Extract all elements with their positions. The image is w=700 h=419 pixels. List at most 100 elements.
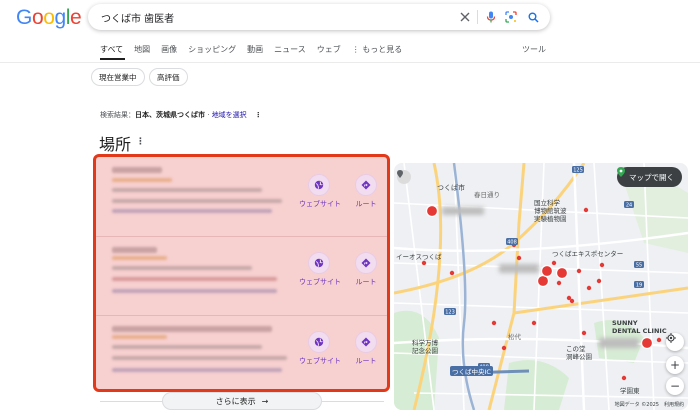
map-label-kasuga: 春日通り [474,191,500,199]
chip-open-now[interactable]: 現在営業中 [91,68,145,86]
place-hours-redacted [112,209,272,213]
logo-letter: g [54,6,67,29]
directions-icon [355,252,377,274]
active-tab-indicator [100,58,125,60]
road-shield-125: 125 [573,168,583,174]
zoom-in-button[interactable]: + [666,356,684,374]
tab-news[interactable]: ニュース [274,44,306,58]
map-label-sunny-dental: SUNNY DENTAL CLINIC [612,319,667,335]
place-info-redacted [112,188,262,192]
logo-letter: G [16,6,32,29]
map-label-aeon: イーオスつくば [396,253,442,261]
tab-all[interactable]: すべて [100,44,123,58]
tab-shopping[interactable]: ショッピング [188,44,236,58]
places-title: 場所 [99,135,132,154]
locate-me-button[interactable] [666,333,684,351]
place-name-redacted [112,167,162,173]
website-button[interactable]: ウェブサイト [299,331,341,366]
place-listing[interactable]: ウェブサイト ルート [96,236,387,315]
results-separator: · [205,111,212,119]
directions-button[interactable]: ルート [346,174,386,209]
search-tabs: すべて 地図 画像 ショッピング 動画 ニュース ウェブ ⋮ もっと見る [100,44,413,58]
microphone-icon[interactable] [482,8,500,26]
choose-area-link[interactable]: 地域を選択 [212,111,247,119]
results-location: 日本、茨城県つくば市 [135,111,205,119]
map-label-gakuen: 学園東 [620,387,640,395]
google-logo[interactable]: Google [16,6,82,30]
zoom-out-button[interactable]: − [666,377,684,395]
website-button[interactable]: ウェブサイト [299,252,341,287]
map-label-tsukuba-city: つくば市 [437,184,465,192]
header-divider [0,62,700,63]
tab-maps[interactable]: 地図 [134,44,150,58]
globe-icon [308,174,330,196]
website-label: ウェブサイト [299,357,341,365]
search-input[interactable]: つくば市 歯医者 [101,10,174,25]
directions-label: ルート [355,357,377,365]
directions-button[interactable]: ルート [346,252,386,287]
show-more-button[interactable]: さらに表示 → [162,392,322,410]
arrow-right-icon: → [261,396,269,406]
map-label-expo-park: 科学万博 記念公園 [412,339,438,355]
website-label: ウェブサイト [299,278,341,286]
search-icon[interactable] [524,8,542,26]
lens-icon[interactable] [502,8,520,26]
place-address-redacted [112,356,287,360]
open-in-maps-button[interactable]: マップで開く [617,167,682,187]
website-label: ウェブサイト [299,200,341,208]
place-hours-redacted [112,368,282,372]
map-label-museum: 国立科学 博物館筑波 実験植物園 [534,199,567,223]
place-name-redacted [112,326,272,332]
tab-more-label: もっと見る [362,45,403,54]
more-options-icon[interactable]: ⋮ [255,111,262,119]
redacted-label [599,338,639,348]
map-pin-button[interactable] [397,170,411,184]
place-rating-redacted [112,256,167,260]
tab-images[interactable]: 画像 [161,44,177,58]
map-label-dokan-park: この堂 洞峰公園 [566,345,592,361]
place-hours-redacted [112,289,277,293]
redacted-label [499,264,539,273]
tab-more[interactable]: ⋮ もっと見る [352,44,403,58]
chip-top-rated[interactable]: 高評価 [149,68,188,86]
place-name-redacted [112,247,157,253]
more-divider-right [322,401,384,402]
road-shield-55: 55 [636,263,642,269]
globe-icon [308,331,330,353]
tab-web[interactable]: ウェブ [317,44,341,58]
place-listing[interactable]: ウェブサイト ルート [96,315,387,389]
place-rating-redacted [112,335,167,339]
directions-button[interactable]: ルート [346,331,386,366]
place-address-redacted [112,277,277,281]
directions-icon [355,174,377,196]
places-menu-icon[interactable]: ⋮ [136,137,145,147]
places-list-highlight: ウェブサイト ルート ウェブサイト ルート ウェブサイト ルート [93,154,390,392]
logo-letter: o [31,6,44,29]
road-shield-24: 24 [626,203,632,209]
map-label-tsukuba-chuo-ic: つくば中央IC [450,366,493,376]
more-divider-left [100,401,162,402]
plus-icon: + [669,358,681,372]
road-shield-408: 408 [507,240,517,246]
directions-label: ルート [355,278,377,286]
results-location-info: 検索結果：日本、茨城県つくば市 · 地域を選択 ⋮ [100,110,262,120]
logo-letter: o [43,6,55,29]
road-shield-19: 19 [636,283,642,289]
open-in-maps-label: マップで開く [629,172,674,182]
search-divider [477,10,478,24]
map-label-matsushiro: 松代 [508,333,521,341]
place-rating-redacted [112,178,172,182]
map-label-expo-center: つくばエキスポセンター [552,250,624,258]
place-listing[interactable]: ウェブサイト ルート [96,157,387,236]
map-preview[interactable]: 125 408 123 55 24 19 408 つくば市 春日通り 国立科学 … [394,163,688,410]
tab-videos[interactable]: 動画 [247,44,263,58]
clear-icon[interactable] [456,8,474,26]
redacted-label [442,207,484,215]
show-more-label: さらに表示 [215,396,256,406]
map-copyright[interactable]: 地図データ ©2025 利用規約 [615,401,684,408]
search-box[interactable]: つくば市 歯医者 [88,4,550,30]
tools-button[interactable]: ツール [522,44,546,55]
more-dots-icon: ⋮ [351,45,363,54]
website-button[interactable]: ウェブサイト [299,174,341,209]
minus-icon: − [669,379,681,393]
